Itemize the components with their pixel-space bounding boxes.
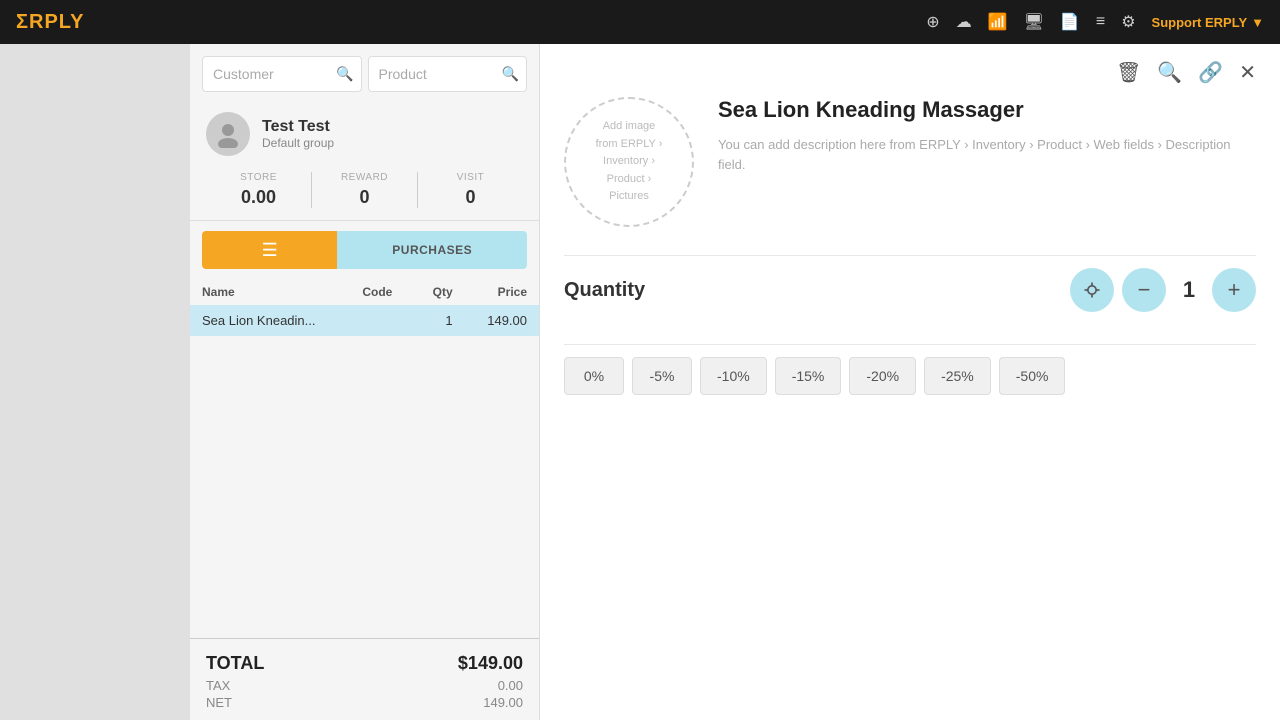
app-logo: ΣRPLY [16,11,85,34]
left-panel: 🔍 🔍 Test Test Default group S [190,44,540,720]
product-image: Add imagefrom ERPLY ›Inventory ›Product … [564,97,694,227]
item-table: Name Code Qty Price Sea Lion Kneadin... … [190,279,539,336]
discount-button[interactable]: -15% [775,357,842,395]
discount-button[interactable]: -25% [924,357,991,395]
customer-search-field[interactable]: 🔍 [202,56,362,92]
customer-name: Test Test [262,118,334,136]
tax-label: TAX [206,678,230,693]
stats-row: STORE 0.00 REWARD 0 VISIT 0 [190,166,539,221]
col-price: Price [465,279,539,305]
discount-button[interactable]: -5% [632,357,692,395]
close-icon[interactable]: ✕ [1239,60,1256,85]
customer-group: Default group [262,136,334,150]
product-title: Sea Lion Kneading Massager [718,97,1256,123]
receipt-button[interactable]: ☰ [202,231,337,269]
net-row: NET 149.00 [206,695,523,710]
logo-sigma: Σ [16,11,29,33]
quantity-value: 1 [1174,277,1204,303]
support-label: Support ERPLY [1152,15,1248,30]
search-product-icon[interactable]: 🔍 [1157,60,1182,85]
item-code [350,305,413,336]
cloud-icon[interactable]: ☁ [956,12,972,32]
reward-value: 0 [312,187,417,208]
product-search-field[interactable]: 🔍 [368,56,528,92]
total-label: TOTAL [206,653,264,674]
item-price: 149.00 [465,305,539,336]
product-content: Add imagefrom ERPLY ›Inventory ›Product … [564,97,1256,227]
product-description: You can add description here from ERPLY … [718,135,1256,174]
topnav-right: ⊕ ☁ 📶 🖥 📄 ≡ ⚙ Support ERPLY ▼ [926,12,1264,32]
customer-info: Test Test Default group [190,102,539,166]
net-value: 149.00 [483,695,523,710]
quantity-controls: − 1 + [1070,268,1256,312]
product-search-icon[interactable]: 🔍 [502,66,519,83]
main-layout: 🔍 🔍 Test Test Default group S [0,44,1280,720]
stat-store: STORE 0.00 [206,172,311,208]
divider-2 [564,344,1256,345]
alert-icon[interactable]: ⊕ [926,12,939,32]
display-icon[interactable]: 🖥 [1024,12,1044,32]
product-header: 🗑 🔍 🔗 ✕ [564,60,1256,85]
visit-label: VISIT [418,172,523,183]
product-image-text: Add imagefrom ERPLY ›Inventory ›Product … [596,118,663,206]
total-row: TOTAL $149.00 [206,653,523,674]
scale-button[interactable] [1070,268,1114,312]
discount-button[interactable]: 0% [564,357,624,395]
quantity-decrease-button[interactable]: − [1122,268,1166,312]
store-value: 0.00 [206,187,311,208]
product-details: Sea Lion Kneading Massager You can add d… [718,97,1256,227]
total-value: $149.00 [458,653,523,674]
col-name: Name [190,279,350,305]
stat-visit: VISIT 0 [417,172,523,208]
item-qty: 1 [413,305,464,336]
divider-1 [564,255,1256,256]
document-icon[interactable]: 📄 [1060,12,1080,32]
col-qty: Qty [413,279,464,305]
right-panel: 🗑 🔍 🔗 ✕ Add imagefrom ERPLY ›Inventory ›… [540,44,1280,720]
discount-button[interactable]: -20% [849,357,916,395]
search-bar: 🔍 🔍 [190,44,539,102]
delete-icon[interactable]: 🗑 [1116,60,1141,85]
logo-text: RPLY [29,11,85,33]
action-buttons: ☰ PURCHASES [202,231,527,269]
link-icon[interactable]: 🔗 [1198,60,1223,85]
support-link[interactable]: Support ERPLY ▼ [1152,15,1264,30]
discount-button[interactable]: -10% [700,357,767,395]
left-sidebar [0,44,190,720]
store-label: STORE [206,172,311,183]
topnav: ΣRPLY ⊕ ☁ 📶 🖥 📄 ≡ ⚙ Support ERPLY ▼ [0,0,1280,44]
reward-label: REWARD [312,172,417,183]
avatar [206,112,250,156]
stat-reward: REWARD 0 [311,172,417,208]
customer-search-icon[interactable]: 🔍 [336,66,353,83]
table-row[interactable]: Sea Lion Kneadin... 1 149.00 [190,305,539,336]
tax-value: 0.00 [498,678,523,693]
settings-icon[interactable]: ⚙ [1121,12,1135,32]
quantity-increase-button[interactable]: + [1212,268,1256,312]
total-area: TOTAL $149.00 TAX 0.00 NET 149.00 [190,638,539,720]
discount-row: 0%-5%-10%-15%-20%-25%-50% [564,357,1256,395]
item-name: Sea Lion Kneadin... [190,305,350,336]
receipt-icon: ☰ [262,240,278,261]
chart-icon[interactable]: 📶 [988,12,1008,32]
product-header-actions: 🗑 🔍 🔗 ✕ [1116,60,1256,85]
menu-icon[interactable]: ≡ [1096,13,1105,31]
quantity-section: Quantity − 1 + [564,268,1256,312]
support-chevron: ▼ [1251,15,1264,30]
tax-row: TAX 0.00 [206,678,523,693]
customer-details: Test Test Default group [262,118,334,150]
col-code: Code [350,279,413,305]
visit-value: 0 [418,187,523,208]
net-label: NET [206,695,232,710]
purchases-button[interactable]: PURCHASES [337,231,527,269]
discount-button[interactable]: -50% [999,357,1066,395]
quantity-label: Quantity [564,279,645,302]
